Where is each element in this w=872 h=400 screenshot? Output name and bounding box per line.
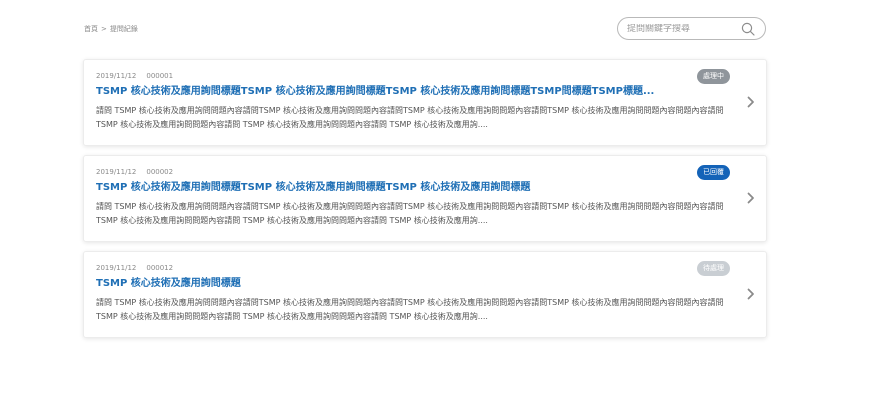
- question-meta: 2019/11/12 000012: [96, 264, 730, 273]
- question-card[interactable]: 2019/11/12 000012 TSMP 核心技術及應用詢問標題 請問 TS…: [83, 251, 767, 338]
- question-title[interactable]: TSMP 核心技術及應用詢問標題TSMP 核心技術及應用詢問標題TSMP 核心技…: [96, 85, 696, 98]
- breadcrumb-separator: >: [101, 25, 107, 33]
- status-badge: 處理中: [697, 69, 730, 84]
- breadcrumb-current: 提問紀錄: [109, 25, 138, 33]
- chevron-right-icon[interactable]: [745, 286, 757, 302]
- search-box: [617, 17, 766, 40]
- question-excerpt: 請問 TSMP 核心技術及應用詢問問題內容請問TSMP 核心技術及應用詢問問題內…: [96, 298, 724, 321]
- question-list: 2019/11/12 000001 TSMP 核心技術及應用詢問標題TSMP 核…: [83, 59, 767, 347]
- question-id: 000001: [146, 72, 174, 80]
- question-card[interactable]: 2019/11/12 000002 TSMP 核心技術及應用詢問標題TSMP 核…: [83, 155, 767, 242]
- status-badge: 已回覆: [697, 165, 730, 180]
- question-date: 2019/11/12: [96, 72, 137, 80]
- question-id: 000012: [146, 264, 174, 272]
- question-card[interactable]: 2019/11/12 000001 TSMP 核心技術及應用詢問標題TSMP 核…: [83, 59, 767, 146]
- question-date: 2019/11/12: [96, 168, 137, 176]
- question-meta: 2019/11/12 000001: [96, 72, 730, 81]
- question-id: 000002: [146, 168, 174, 176]
- question-excerpt: 請問 TSMP 核心技術及應用詢問問題內容請問TSMP 核心技術及應用詢問問題內…: [96, 202, 724, 225]
- breadcrumb-home-link[interactable]: 首頁: [84, 24, 98, 34]
- search-input[interactable]: [627, 23, 741, 34]
- question-meta: 2019/11/12 000002: [96, 168, 730, 177]
- question-title[interactable]: TSMP 核心技術及應用詢問標題: [96, 277, 696, 290]
- chevron-right-icon[interactable]: [745, 94, 757, 110]
- chevron-right-icon[interactable]: [745, 190, 757, 206]
- search-icon[interactable]: [741, 22, 755, 36]
- breadcrumb: 首頁 > 提問紀錄: [84, 24, 138, 34]
- question-excerpt: 請問 TSMP 核心技術及應用詢問問題內容請問TSMP 核心技術及應用詢問問題內…: [96, 106, 724, 129]
- question-title[interactable]: TSMP 核心技術及應用詢問標題TSMP 核心技術及應用詢問標題TSMP 核心技…: [96, 181, 696, 194]
- status-badge: 待處理: [697, 261, 730, 276]
- question-date: 2019/11/12: [96, 264, 137, 272]
